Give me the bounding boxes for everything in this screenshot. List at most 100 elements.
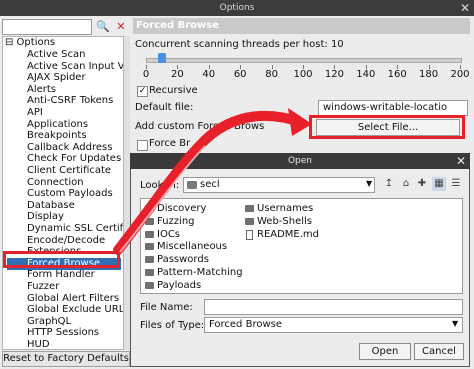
slider-tick-label: 0 bbox=[142, 69, 150, 80]
default-file-select[interactable]: windows-writable-locatio bbox=[318, 100, 468, 116]
folder-icon bbox=[187, 181, 197, 189]
tree-item[interactable]: Applications bbox=[27, 119, 88, 131]
tree-item[interactable]: GraphQL bbox=[27, 316, 71, 328]
list-view-icon[interactable]: ▦ bbox=[432, 177, 446, 191]
file-item[interactable]: README.md bbox=[245, 229, 319, 241]
cancel-button[interactable]: Cancel bbox=[414, 343, 464, 360]
folder-item[interactable]: Pattern-Matching bbox=[145, 267, 243, 279]
folder-icon bbox=[145, 243, 154, 251]
folder-item[interactable]: Miscellaneous bbox=[145, 241, 227, 253]
reset-factory-defaults-button[interactable]: Reset to Factory Defaults bbox=[2, 351, 130, 367]
tree-item[interactable]: HTTP Sessions bbox=[27, 327, 99, 339]
threads-slider-thumb[interactable] bbox=[157, 53, 166, 63]
file-label: Web-Shells bbox=[257, 215, 313, 227]
forced-browse-highlight bbox=[3, 251, 120, 268]
file-label: IOCs bbox=[157, 228, 181, 240]
folder-item[interactable]: Payloads bbox=[145, 280, 201, 292]
folder-icon bbox=[145, 230, 154, 238]
tree-item[interactable]: Alerts bbox=[27, 84, 56, 96]
file-label: Miscellaneous bbox=[157, 241, 228, 253]
file-label: Passwords bbox=[157, 254, 209, 266]
tree-item[interactable]: Connection bbox=[27, 177, 84, 189]
folder-item[interactable]: Discovery bbox=[145, 203, 206, 215]
tree-item[interactable]: API bbox=[27, 107, 43, 119]
folder-item[interactable]: Usernames bbox=[245, 203, 313, 215]
force-checkbox[interactable] bbox=[137, 140, 148, 151]
options-search-input[interactable] bbox=[2, 19, 92, 35]
clear-search-icon[interactable]: ✕ bbox=[113, 19, 129, 35]
tree-item[interactable]: Form Handler bbox=[27, 269, 95, 281]
look-in-label: Look In: bbox=[140, 180, 180, 191]
threads-label: Concurrent scanning threads per host: 10 bbox=[135, 39, 344, 50]
document-icon bbox=[246, 229, 253, 240]
tree-root-options[interactable]: ⊟ Options bbox=[5, 37, 55, 49]
tree-item[interactable]: Check For Updates bbox=[27, 153, 121, 165]
options-tree: ⊟ Options Active Scan Active Scan Input V… bbox=[2, 36, 124, 350]
up-folder-icon[interactable]: ↥ bbox=[382, 177, 396, 191]
file-label: Usernames bbox=[257, 203, 314, 214]
tree-item[interactable]: Global Exclude URL bbox=[27, 304, 123, 316]
select-file-highlight bbox=[309, 115, 465, 139]
window-title: Options bbox=[0, 0, 474, 16]
dialog-close-icon[interactable]: ✕ bbox=[455, 155, 467, 167]
folder-icon bbox=[145, 256, 154, 264]
tree-item[interactable]: Active Scan bbox=[27, 49, 85, 61]
slider-tick-label: 20 bbox=[171, 69, 184, 80]
recursive-label: Recursive bbox=[149, 85, 198, 96]
folder-icon bbox=[245, 217, 254, 225]
folder-icon bbox=[145, 281, 154, 289]
folder-icon bbox=[245, 205, 254, 212]
folder-icon bbox=[145, 217, 154, 225]
slider-tick-label: 100 bbox=[293, 69, 313, 80]
slider-tick-label: 140 bbox=[356, 69, 376, 80]
tree-item[interactable]: Dynamic SSL Certific bbox=[27, 223, 123, 235]
tree-item[interactable]: Client Certificate bbox=[27, 165, 111, 177]
folder-icon bbox=[145, 269, 154, 276]
details-view-icon[interactable]: ☰ bbox=[449, 177, 463, 191]
slider-tick-label: 80 bbox=[265, 69, 278, 80]
chevron-down-icon[interactable]: ▼ bbox=[452, 319, 458, 328]
tree-item[interactable]: Callback Address bbox=[27, 142, 112, 154]
dialog-title: Open bbox=[130, 153, 470, 169]
tree-item[interactable]: Encode/Decode bbox=[27, 235, 105, 247]
open-button[interactable]: Open bbox=[359, 343, 411, 360]
tree-item[interactable]: Custom Payloads bbox=[27, 188, 113, 200]
file-label: Fuzzing bbox=[157, 215, 195, 227]
file-label: Discovery bbox=[157, 203, 207, 214]
force-label: Force Br bbox=[149, 138, 191, 149]
file-name-label: File Name: bbox=[140, 302, 193, 313]
folder-icon bbox=[145, 205, 154, 212]
folder-item[interactable]: IOCs bbox=[145, 229, 180, 241]
file-label: Payloads bbox=[157, 279, 202, 291]
folder-item[interactable]: Fuzzing bbox=[145, 216, 195, 228]
recursive-checkbox[interactable]: ✓ bbox=[137, 86, 148, 97]
tree-item[interactable]: Anti-CSRF Tokens bbox=[27, 95, 113, 107]
slider-tick-label: 160 bbox=[387, 69, 407, 80]
folder-item[interactable]: Web-Shells bbox=[245, 216, 312, 228]
slider-tick-label: 180 bbox=[419, 69, 439, 80]
chevron-down-icon[interactable]: ▼ bbox=[366, 179, 372, 188]
tree-item[interactable]: Global Alert Filters bbox=[27, 293, 119, 305]
new-folder-icon[interactable]: ✚ bbox=[415, 177, 429, 191]
home-icon[interactable]: ⌂ bbox=[399, 177, 413, 191]
slider-tick-label: 40 bbox=[202, 69, 216, 80]
tree-item[interactable]: Breakpoints bbox=[27, 130, 87, 142]
file-name-input[interactable] bbox=[204, 299, 463, 315]
file-label: Pattern-Matching bbox=[157, 267, 243, 278]
tree-item[interactable]: Active Scan Input Ve bbox=[27, 61, 123, 73]
tree-item[interactable]: AJAX Spider bbox=[27, 72, 86, 84]
threads-slider-track[interactable] bbox=[146, 58, 462, 63]
search-icon[interactable]: 🔍 bbox=[95, 19, 111, 35]
look-in-select[interactable]: secl bbox=[183, 177, 375, 193]
window-close-icon[interactable]: ✕ bbox=[459, 2, 471, 14]
file-list[interactable]: Discovery Fuzzing IOCs Miscellaneous Passwor… bbox=[140, 198, 463, 294]
file-label: README.md bbox=[257, 228, 320, 240]
tree-item[interactable]: Display bbox=[27, 211, 64, 223]
file-type-label: Files of Type: bbox=[140, 320, 205, 331]
custom-forced-browse-label: Add custom Forced Brows bbox=[135, 121, 265, 132]
tree-item[interactable]: Fuzzer bbox=[27, 281, 59, 293]
tree-item[interactable]: HUD bbox=[27, 339, 50, 349]
file-type-select[interactable]: Forced Browse bbox=[204, 317, 463, 333]
folder-item[interactable]: Passwords bbox=[145, 254, 209, 266]
tree-item[interactable]: Database bbox=[27, 200, 75, 212]
